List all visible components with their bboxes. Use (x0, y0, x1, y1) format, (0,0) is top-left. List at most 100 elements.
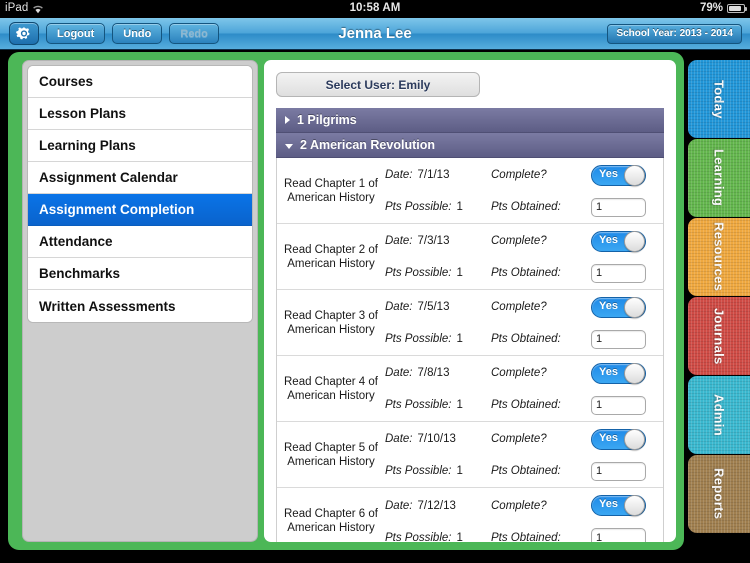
table-row[interactable]: Read Chapter 6 of American History Date: 7… (277, 488, 663, 542)
pts-possible-value: 1 (456, 465, 463, 477)
assignment-title: Read Chapter 6 of American History (284, 508, 378, 534)
redo-button[interactable]: Redo (169, 23, 219, 44)
pts-obtained-input[interactable]: 1 (591, 329, 646, 349)
sidebar-item-lesson-plans[interactable]: Lesson Plans (28, 98, 252, 130)
logout-button[interactable]: Logout (46, 23, 106, 44)
sidebar-item-assignment-calendar[interactable]: Assignment Calendar (28, 162, 252, 194)
sidebar-item-label: Written Assessments (39, 298, 176, 314)
ipad-screen: iPad 10:58 AM 79% Logout Undo Redo Jenna… (0, 0, 750, 563)
complete-toggle[interactable]: Yes (591, 164, 646, 186)
sidebar-item-attendance[interactable]: Attendance (28, 226, 252, 258)
pts-possible-value: 1 (456, 399, 463, 411)
assignment-title: Read Chapter 1 of American History (284, 177, 378, 204)
sidebar-item-label: Assignment Completion (39, 202, 195, 217)
chevron-right-icon (285, 116, 290, 124)
date-value: 7/5/13 (417, 301, 450, 313)
pts-obtained-label: Pts Obtained: (491, 399, 561, 411)
assignment-title: Read Chapter 5 of American History (284, 441, 378, 468)
tab-today[interactable]: Today (688, 60, 750, 138)
complete-toggle-label: Yes (599, 498, 618, 510)
complete-toggle-label: Yes (599, 167, 618, 180)
undo-button[interactable]: Undo (112, 23, 163, 44)
status-bar: iPad 10:58 AM 79% (0, 0, 750, 18)
section-header-2[interactable]: 2 American Revolution (276, 133, 664, 158)
assignment-rows: Read Chapter 1 of American History Date: 7… (276, 158, 664, 542)
date-label: Date: (385, 301, 413, 313)
pts-possible-label: Pts Possible: (385, 465, 452, 477)
date-value: 7/8/13 (417, 367, 450, 379)
pts-obtained-input[interactable]: 1 (591, 461, 646, 481)
sidebar-item-written-assessments[interactable]: Written Assessments (28, 290, 252, 322)
complete-toggle[interactable]: Yes (591, 296, 646, 318)
tab-label: Today (711, 79, 727, 119)
tab-label: Resources (711, 222, 727, 292)
content-frame: Courses Lesson Plans Learning Plans Assignm… (8, 52, 684, 550)
sidebar-item-label: Learning Plans (39, 138, 136, 153)
date-label: Date: (385, 169, 413, 181)
section-title: 2 American Revolution (300, 138, 435, 152)
table-row[interactable]: Read Chapter 2 of American History Date: 7… (277, 224, 663, 290)
pts-obtained-input[interactable]: 1 (591, 263, 646, 283)
section-title: 1 Pilgrims (297, 113, 357, 127)
table-row[interactable]: Read Chapter 1 of American History Date: 7… (277, 158, 663, 224)
complete-label: Complete? (491, 301, 547, 313)
pts-possible-label: Pts Possible: (385, 399, 452, 411)
tab-journals[interactable]: Journals (688, 297, 750, 375)
table-row[interactable]: Read Chapter 5 of American History Date: 7… (277, 422, 663, 488)
sidebar-item-benchmarks[interactable]: Benchmarks (28, 258, 252, 290)
complete-toggle[interactable]: Yes (591, 230, 646, 252)
select-user-button[interactable]: Select User: Emily (276, 72, 480, 97)
sidebar-item-label: Assignment Calendar (39, 170, 178, 185)
tab-resources[interactable]: Resources (688, 218, 750, 296)
chevron-down-icon (285, 143, 293, 149)
assignment-list[interactable]: 1 Pilgrims 2 American Revolution Read Chap… (276, 108, 664, 542)
date-label: Date: (385, 235, 413, 247)
right-tab-strip: Today Learning Resources Journals Admin Repor… (688, 52, 750, 550)
battery-percent-label: 79% (699, 2, 723, 14)
table-row[interactable]: Read Chapter 4 of American History Date: 7… (277, 356, 663, 422)
sidebar-item-courses[interactable]: Courses (28, 66, 252, 98)
pts-obtained-input[interactable]: 1 (591, 528, 646, 542)
assignment-title: Read Chapter 3 of American History (284, 309, 378, 336)
sidebar-item-label: Benchmarks (39, 266, 121, 281)
pts-possible-value: 1 (456, 531, 463, 543)
tab-label: Admin (711, 394, 727, 436)
table-row[interactable]: Read Chapter 3 of American History Date: 7… (277, 290, 663, 356)
toggle-knob (624, 495, 645, 516)
date-value: 7/3/13 (417, 235, 450, 247)
tab-label: Learning (711, 149, 727, 207)
sidebar-item-label: Courses (39, 74, 94, 89)
pts-obtained-label: Pts Obtained: (491, 333, 561, 345)
date-label: Date: (385, 499, 413, 512)
assignment-title: Read Chapter 4 of American History (284, 375, 378, 402)
date-label: Date: (385, 433, 413, 445)
tab-reports[interactable]: Reports (688, 455, 750, 533)
complete-toggle[interactable]: Yes (591, 428, 646, 450)
tab-admin[interactable]: Admin (688, 376, 750, 454)
section-header-1[interactable]: 1 Pilgrims (276, 108, 664, 133)
complete-toggle-label: Yes (599, 365, 618, 378)
sidebar-item-label: Attendance (39, 234, 113, 249)
clock: 10:58 AM (349, 2, 401, 14)
complete-toggle[interactable]: Yes (591, 362, 646, 384)
pts-possible-value: 1 (456, 201, 463, 213)
date-value: 7/1/13 (417, 169, 450, 181)
gear-icon[interactable] (9, 22, 39, 45)
complete-toggle[interactable]: Yes (591, 495, 646, 516)
complete-label: Complete? (491, 169, 547, 181)
pts-possible-value: 1 (456, 333, 463, 345)
sidebar-item-assignment-completion[interactable]: Assignment Completion (28, 194, 252, 226)
pts-obtained-input[interactable]: 1 (591, 197, 646, 217)
date-value: 7/10/13 (417, 433, 456, 445)
pts-possible-label: Pts Possible: (385, 267, 452, 279)
sidebar-panel: Courses Lesson Plans Learning Plans Assignm… (22, 60, 258, 542)
complete-label: Complete? (491, 367, 547, 379)
complete-toggle-label: Yes (599, 431, 618, 444)
pts-possible-label: Pts Possible: (385, 531, 452, 543)
date-value: 7/12/13 (417, 499, 456, 512)
tab-learning[interactable]: Learning (688, 139, 750, 217)
school-year-button[interactable]: School Year: 2013 - 2014 (607, 23, 742, 44)
battery-icon (727, 3, 747, 13)
sidebar-item-learning-plans[interactable]: Learning Plans (28, 130, 252, 162)
pts-obtained-input[interactable]: 1 (591, 395, 646, 415)
